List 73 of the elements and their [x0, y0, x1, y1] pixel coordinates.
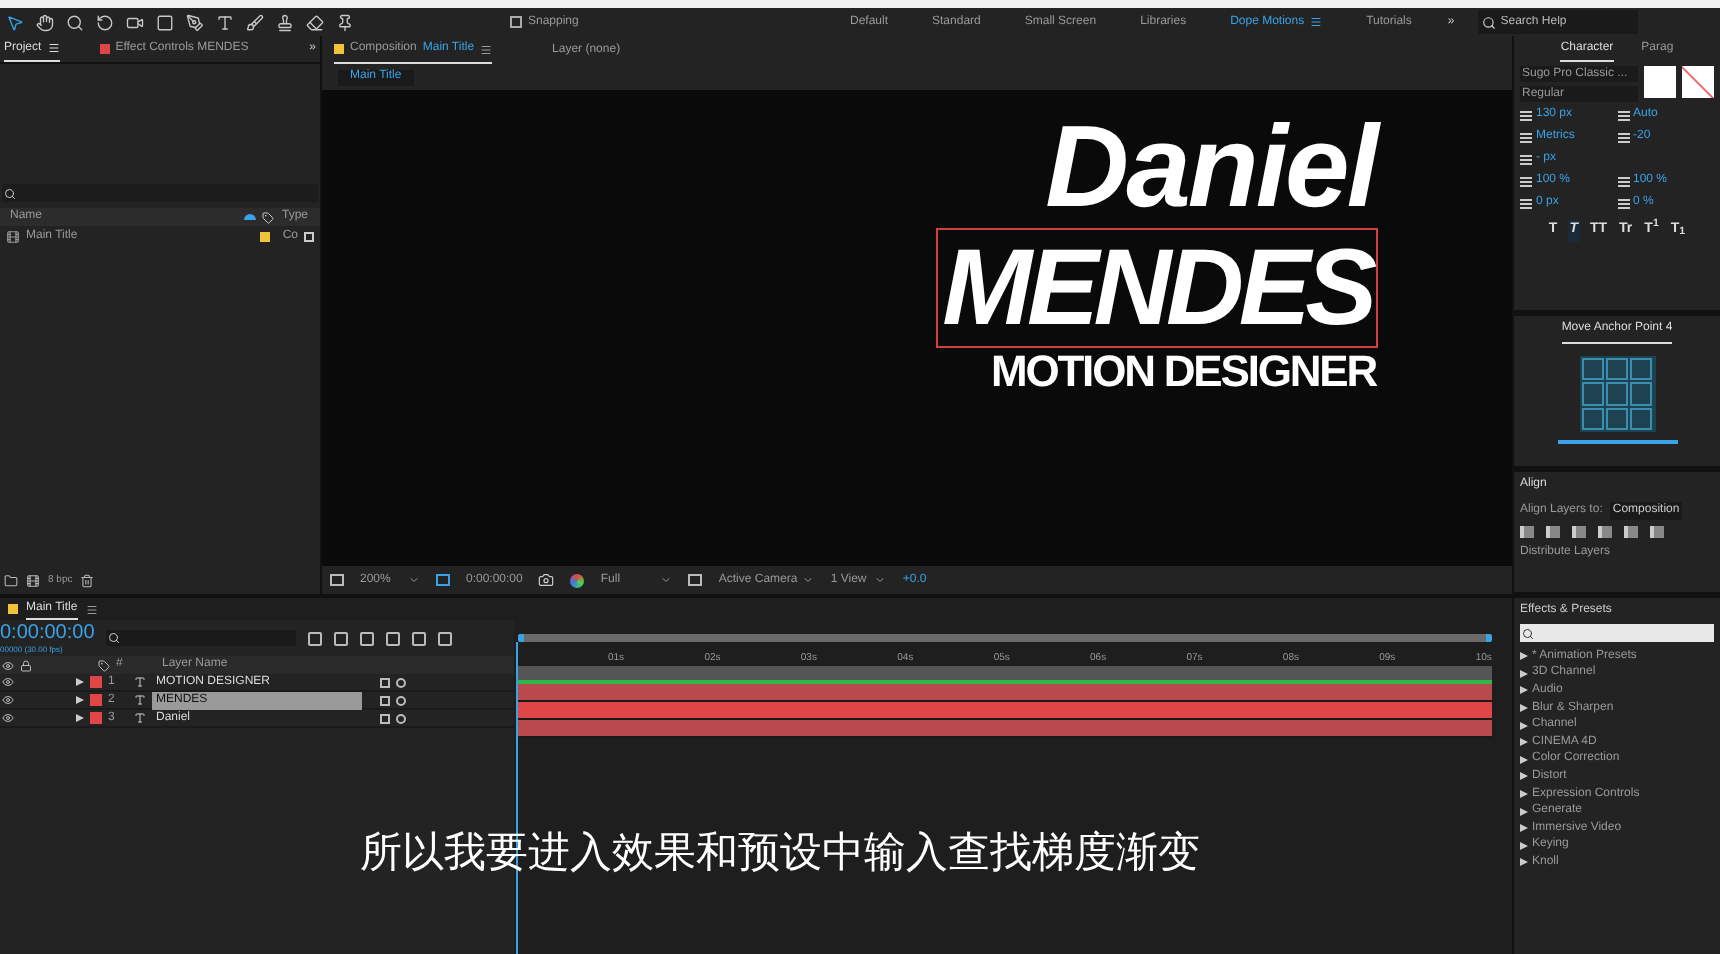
layer-duration-bar[interactable]: [518, 684, 1492, 702]
stroke-color-swatch[interactable]: [1682, 66, 1714, 98]
field-icon: [1617, 131, 1629, 143]
fill-color-swatch[interactable]: [1644, 66, 1677, 98]
menu-icon[interactable]: [1310, 16, 1323, 28]
stamp-icon[interactable]: [276, 13, 294, 31]
field-icon: [1520, 153, 1532, 165]
camera-icon[interactable]: [538, 572, 555, 588]
field-icon: [1617, 109, 1629, 121]
title-text: MOTION DESIGNER: [990, 346, 1376, 398]
label-color-icon: [8, 604, 18, 614]
time-navigator-bar[interactable]: [518, 666, 1492, 684]
folder-icon[interactable]: [4, 574, 18, 588]
expand-icon[interactable]: [76, 696, 84, 704]
layer-duration-bar[interactable]: [518, 720, 1492, 738]
channels-icon[interactable]: [570, 573, 585, 587]
label-color-icon: [99, 44, 110, 54]
field-icon: [1520, 197, 1532, 209]
eye-icon[interactable]: [2, 676, 14, 688]
tag-icon: [98, 659, 110, 671]
effects-search-field[interactable]: [1520, 624, 1714, 642]
caret-icon[interactable]: [874, 574, 887, 586]
caret-icon[interactable]: [660, 574, 673, 586]
brush-icon[interactable]: [246, 13, 264, 31]
layer-duration-bar[interactable]: [518, 702, 1492, 720]
type-icon[interactable]: [216, 13, 234, 31]
field-icon: [1617, 175, 1629, 187]
menu-icon[interactable]: [47, 42, 60, 54]
text-layer-icon: [134, 712, 146, 724]
menu-icon[interactable]: [480, 43, 493, 55]
camera-icon[interactable]: [126, 13, 144, 31]
text-layer-icon: [134, 694, 146, 706]
pin-icon[interactable]: [336, 13, 354, 31]
menu-icon[interactable]: [85, 603, 98, 615]
caret-icon[interactable]: [802, 574, 815, 586]
region-icon[interactable]: [436, 574, 450, 586]
eye-icon[interactable]: [2, 659, 14, 671]
lock-icon: [20, 659, 32, 671]
snapping-checkbox[interactable]: [510, 16, 522, 28]
timecode[interactable]: 0:00:00:00: [0, 623, 95, 643]
pointer-icon[interactable]: [6, 13, 24, 31]
layer-search-field[interactable]: [106, 630, 297, 646]
eraser-icon[interactable]: [306, 13, 324, 31]
hand-icon[interactable]: [36, 13, 54, 31]
field-icon: [1520, 131, 1532, 143]
title-text: MENDES: [938, 230, 1376, 346]
title-text: Daniel: [1045, 106, 1376, 230]
field-icon: [1617, 197, 1629, 209]
rotate-icon[interactable]: [96, 13, 114, 31]
search-icon: [1482, 15, 1497, 29]
expand-icon[interactable]: [76, 714, 84, 722]
eye-icon[interactable]: [2, 712, 14, 724]
field-icon: [1520, 109, 1532, 121]
search-icon: [4, 187, 16, 199]
label-color-icon: [334, 44, 344, 54]
label-color-icon: [260, 231, 271, 241]
composition-icon[interactable]: [26, 574, 40, 588]
zoom-icon[interactable]: [66, 13, 84, 31]
tag-icon: [262, 211, 274, 223]
text-layer-icon: [134, 676, 146, 688]
trash-icon[interactable]: [80, 574, 95, 588]
project-search-field[interactable]: [2, 184, 318, 202]
caret-icon[interactable]: [408, 574, 420, 586]
pen-icon[interactable]: [186, 13, 204, 31]
search-icon: [108, 632, 121, 644]
search-icon: [1522, 627, 1534, 639]
eye-icon[interactable]: [2, 694, 14, 706]
rectangle-icon[interactable]: [156, 13, 174, 31]
expand-icon[interactable]: [76, 678, 84, 686]
anchor-grid-drawing[interactable]: [1579, 356, 1655, 432]
sort-icon: [244, 214, 256, 220]
composition-icon: [6, 229, 20, 243]
field-icon: [1520, 175, 1532, 187]
